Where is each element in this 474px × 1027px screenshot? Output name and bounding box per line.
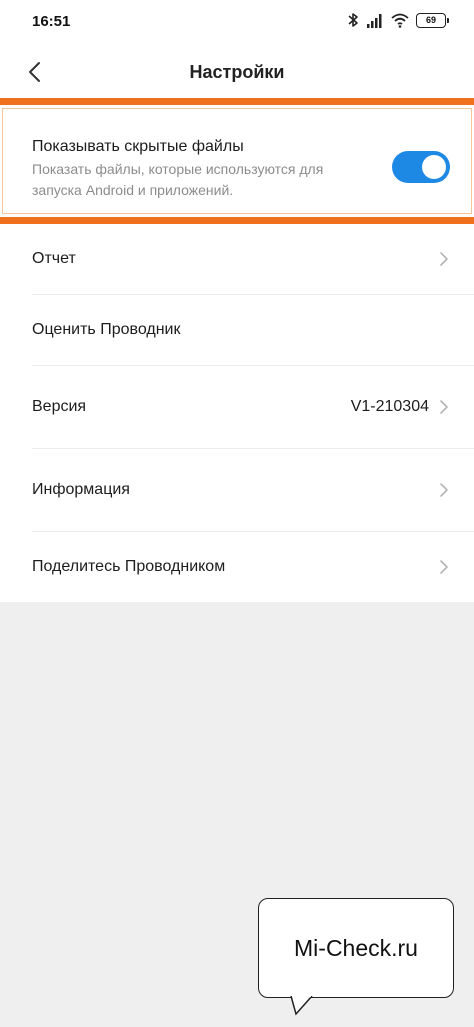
list-item-label: Отчет [32, 250, 76, 267]
version-value: V1-210304 [350, 398, 429, 415]
list-item-label: Оценить Проводник [32, 321, 181, 338]
list-item-report[interactable]: Отчет [0, 224, 474, 294]
status-bar: 16:51 69 [0, 0, 474, 44]
bluetooth-icon [348, 13, 358, 27]
watermark-logo: Mi-Check.ru [258, 898, 454, 998]
chevron-right-icon [440, 400, 448, 414]
chevron-right-icon [440, 252, 448, 266]
list-item-version[interactable]: Версия V1-210304 [0, 366, 474, 448]
speech-bubble-tail [290, 996, 313, 1016]
list-item-info[interactable]: Информация [0, 449, 474, 531]
settings-screen: 16:51 69 Настройки Показывать скрытые фа… [0, 0, 474, 1027]
battery-icon: 69 [416, 12, 449, 28]
page-title: Настройки [189, 62, 285, 82]
chevron-right-icon [440, 483, 448, 497]
settings-list: Отчет Оценить Проводник Версия V1-210304… [0, 224, 474, 602]
app-header: Настройки [0, 44, 474, 100]
list-item-label: Информация [32, 481, 130, 498]
list-item-rate[interactable]: Оценить Проводник [0, 295, 474, 365]
list-item-label: Версия [32, 398, 87, 415]
hidden-files-toggle[interactable] [392, 151, 450, 183]
status-time: 16:51 [32, 13, 71, 30]
list-item-share[interactable]: Поделитесь Проводником [0, 532, 474, 602]
hidden-files-setting[interactable]: Показывать скрытые файлы Показать файлы,… [0, 98, 474, 224]
wifi-icon [391, 13, 409, 28]
hidden-files-title: Показывать скрытые файлы [32, 138, 244, 155]
chevron-right-icon [440, 560, 448, 574]
status-icons: 69 [347, 12, 449, 28]
battery-level: 69 [425, 15, 436, 25]
toggle-knob [422, 155, 446, 179]
hidden-files-description: Показать файлы, которые используются для… [32, 161, 324, 198]
signal-icon [367, 13, 382, 28]
list-item-label: Поделитесь Проводником [32, 558, 226, 575]
watermark-text: Mi-Check.ru [294, 934, 418, 961]
